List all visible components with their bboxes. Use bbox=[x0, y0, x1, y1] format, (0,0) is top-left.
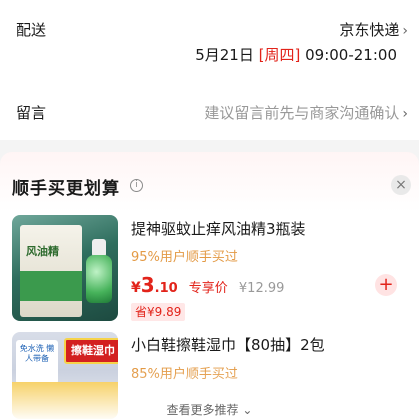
delivery-weekday: [周四] bbox=[258, 46, 301, 64]
product-title[interactable]: 提神驱蚊止痒风油精3瓶装 bbox=[131, 218, 306, 239]
currency-symbol: ¥ bbox=[131, 280, 141, 296]
delivery-date: 5月21日 bbox=[195, 46, 254, 64]
chevron-right-icon: › bbox=[402, 106, 408, 122]
savings-badge: 省¥9.89 bbox=[131, 303, 186, 321]
product-subtitle: 95%用户顺手买过 bbox=[131, 250, 238, 265]
note-label: 留言 bbox=[16, 104, 47, 122]
info-icon[interactable]: i bbox=[130, 179, 143, 192]
price-tag: 专享价 bbox=[188, 281, 228, 296]
product-title[interactable]: 小白鞋擦鞋湿巾【80抽】2包 bbox=[131, 334, 325, 355]
original-price: ¥12.99 bbox=[238, 281, 285, 296]
chevron-right-icon: › bbox=[402, 23, 408, 39]
see-more-button[interactable]: 查看更多推荐 ⌄ bbox=[0, 401, 419, 418]
plus-icon: + bbox=[378, 274, 394, 295]
section-title: 顺手买更划算 bbox=[12, 179, 120, 199]
price-row: ¥3.10 专享价 ¥12.99 bbox=[131, 273, 284, 297]
price-decimal: .10 bbox=[154, 281, 178, 296]
pack-banner: 擦鞋湿巾 bbox=[64, 338, 118, 364]
bottle bbox=[86, 255, 112, 303]
delivery-label: 配送 bbox=[16, 21, 47, 39]
delivery-time-range: 09:00-21:00 bbox=[305, 46, 397, 64]
delivery-carrier-row[interactable]: 京东快递 › bbox=[339, 19, 408, 40]
product-image-fengyoujing[interactable]: 风油精 bbox=[12, 215, 118, 321]
close-icon[interactable]: × bbox=[391, 175, 411, 195]
delivery-time: 5月21日 [周四] 09:00-21:00 bbox=[195, 44, 397, 65]
package-label: 风油精 bbox=[26, 245, 59, 258]
see-more-label: 查看更多推荐 bbox=[166, 403, 239, 417]
add-to-cart-button[interactable]: + bbox=[375, 274, 397, 296]
delivery-carrier: 京东快递 bbox=[339, 21, 400, 39]
note-placeholder: 建议留言前先与商家沟通确认 bbox=[204, 104, 400, 122]
chevron-down-icon: ⌄ bbox=[238, 403, 253, 417]
note-field[interactable]: 建议留言前先与商家沟通确认 › bbox=[204, 102, 408, 123]
package-band bbox=[20, 271, 82, 301]
price-integer: 3 bbox=[140, 273, 155, 297]
